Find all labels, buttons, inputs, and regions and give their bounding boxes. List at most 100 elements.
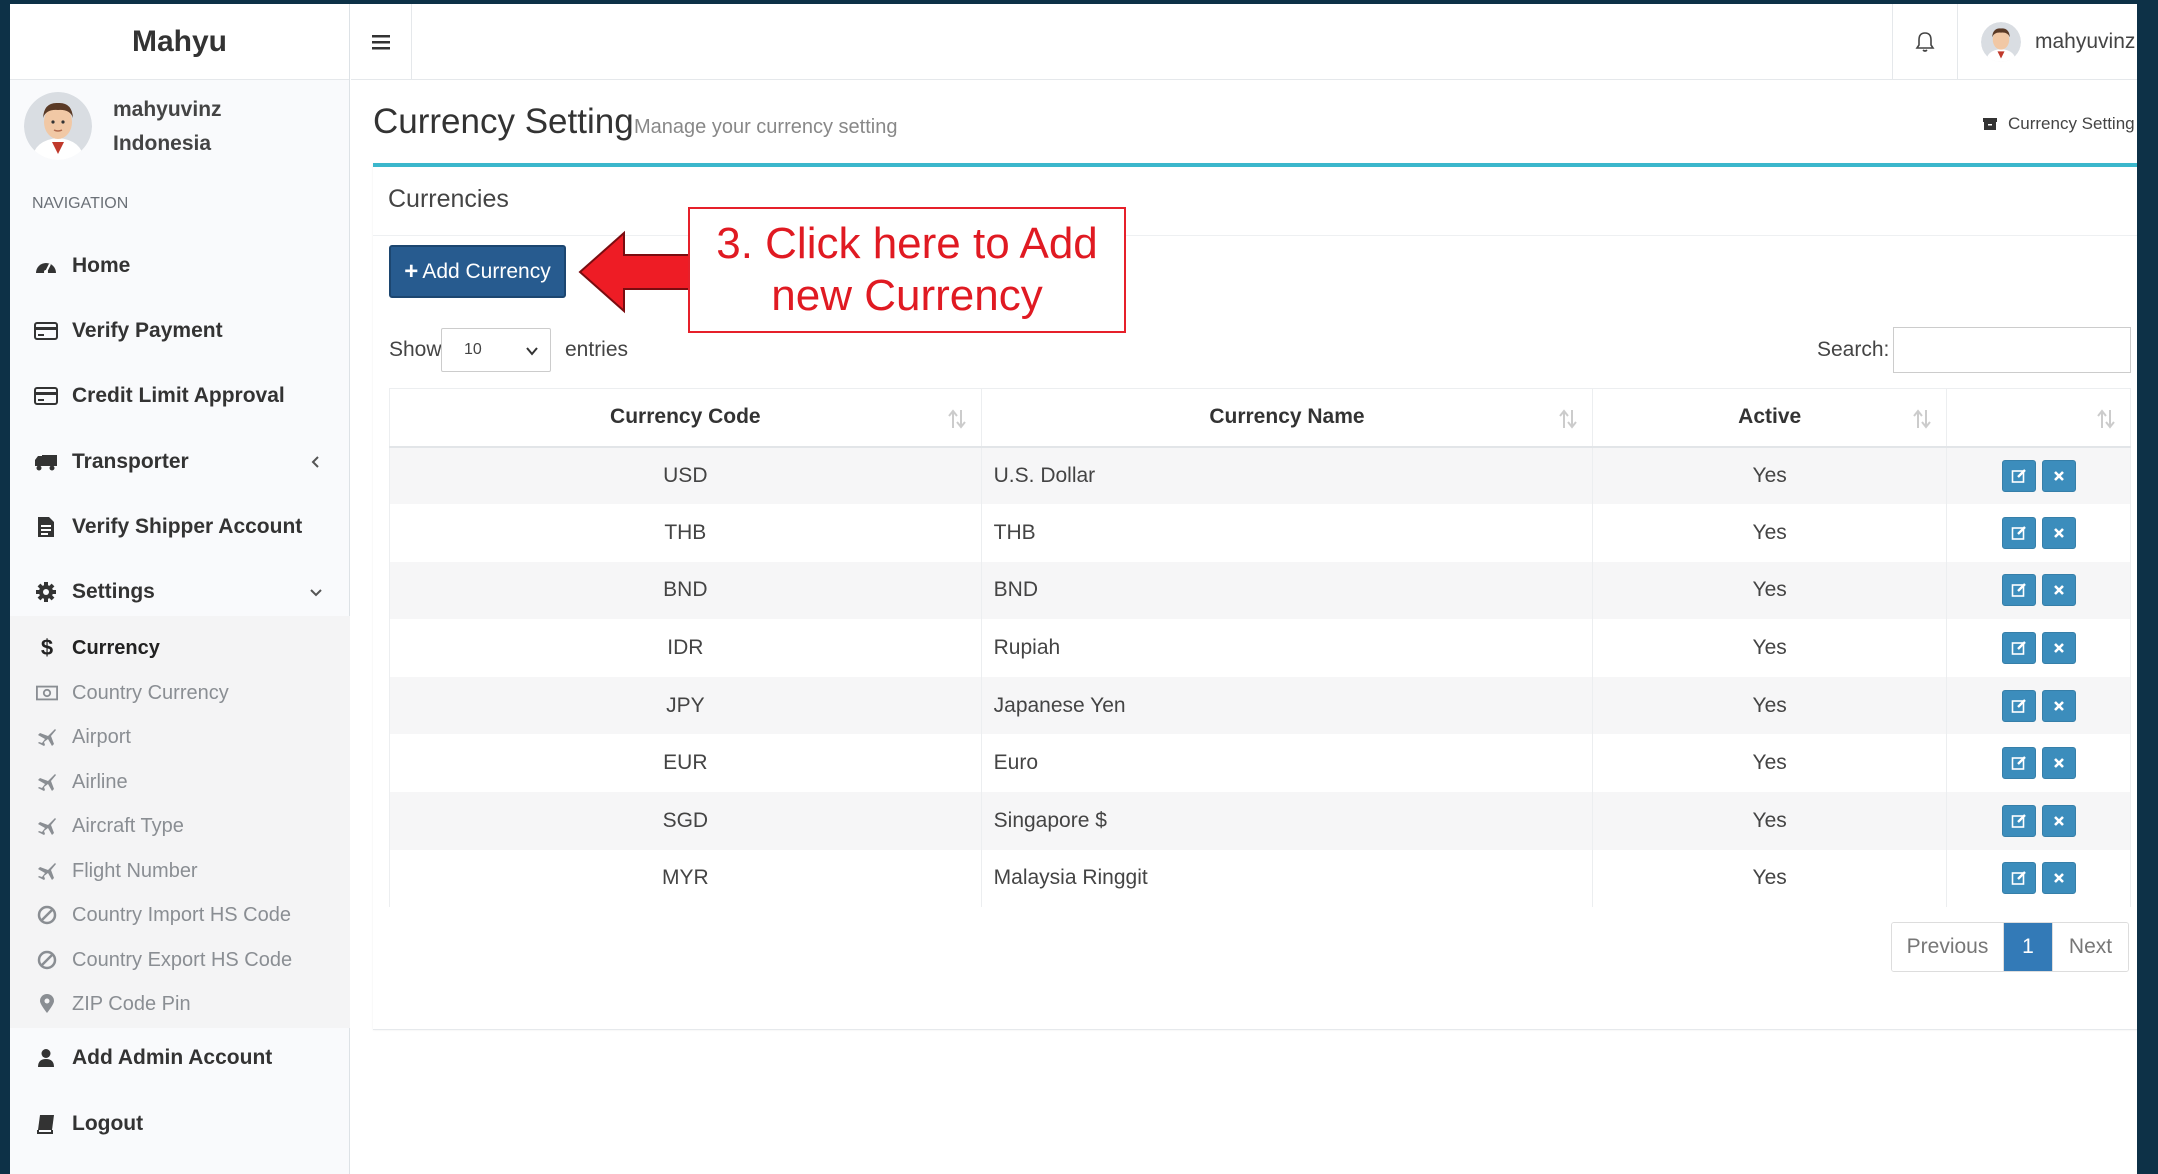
cell-currency-name: Japanese Yen [980,676,1594,735]
truck-icon [34,450,58,474]
sidebar-subitem-label: Country Currency [72,681,229,704]
delete-button[interactable] [2041,459,2076,492]
close-icon [2053,470,2064,481]
sort-icon [1913,409,1931,429]
credit-card-icon [34,384,58,408]
close-icon [2053,585,2064,596]
top-navbar: mahyuvinz [351,4,2137,80]
column-header-currency-code[interactable]: Currency Code [389,388,982,448]
entries-select[interactable]: 10 [441,328,551,372]
delete-button[interactable] [2041,632,2076,665]
cell-actions [1946,676,2131,735]
close-icon [2053,873,2064,884]
sidebar-subitem-country-export-hs-code[interactable]: Country Export HS Code [10,940,350,980]
bell-icon [1915,32,1935,52]
sidebar-subitem-country-import-hs-code[interactable]: Country Import HS Code [10,895,350,935]
cell-currency-name: U.S. Dollar [980,446,1594,505]
edit-button[interactable] [2001,574,2036,607]
edit-button[interactable] [2001,516,2036,549]
delete-button[interactable] [2041,862,2076,895]
edit-button[interactable] [2001,632,2036,665]
sidebar-subitem-zip-code-pin[interactable]: ZIP Code Pin [10,984,350,1024]
column-header-currency-name[interactable]: Currency Name [980,388,1594,448]
breadcrumb-current[interactable]: Currency Setting [2008,114,2135,134]
page-title: Currency Setting [373,102,634,141]
pagination-next[interactable]: Next [2052,923,2128,971]
settings-submenu: $ Currency Country Currency Airport Airl… [10,616,350,1028]
user-name: mahyuvinz [113,98,222,121]
menu-toggle-button[interactable] [351,4,412,80]
sidebar: Mahyu mahyuvinz Indonesia NAVIGATION Hom… [10,4,350,1174]
table-row: IDR Rupiah Yes [389,619,2131,677]
sidebar-item-verify-payment[interactable]: Verify Payment [10,301,350,361]
cell-currency-code: BND [389,561,982,620]
archive-icon [1983,118,1997,130]
pagination-page-1[interactable]: 1 [2004,923,2052,971]
sidebar-subitem-aircraft-type[interactable]: Aircraft Type [10,806,350,846]
cell-currency-code: IDR [389,619,982,677]
credit-card-icon [34,319,58,343]
column-header-label: Currency Name [1209,405,1365,429]
sidebar-subitem-currency[interactable]: $ Currency [10,628,350,668]
cell-actions [1946,504,2131,562]
cell-actions [1946,446,2131,505]
sort-icon [2097,409,2115,429]
cell-active: Yes [1592,792,1948,850]
edit-button[interactable] [2001,459,2036,492]
delete-button[interactable] [2041,804,2076,837]
app-logo[interactable]: Mahyu [10,4,349,80]
show-label: Show [389,338,442,361]
table-row: SGD Singapore $ Yes [389,792,2131,850]
cell-currency-name: Singapore $ [980,792,1594,850]
edit-button[interactable] [2001,862,2036,895]
cell-active: Yes [1592,849,1948,908]
page-subtitle: Manage your currency setting [634,116,898,138]
notifications-button[interactable] [1892,4,1958,80]
table-row: USD U.S. Dollar Yes [389,446,2131,505]
chevron-down-icon [310,589,322,597]
edit-icon [2011,526,2026,540]
annotation-line-2: new Currency [771,271,1043,320]
sidebar-item-verify-shipper-account[interactable]: Verify Shipper Account [10,497,350,557]
ban-icon [36,949,58,971]
sidebar-item-add-admin-account[interactable]: Add Admin Account [10,1028,350,1088]
sidebar-item-label: Verify Payment [72,319,223,342]
sidebar-item-logout[interactable]: Logout [10,1094,350,1154]
plane-icon [36,726,58,748]
cell-currency-code: MYR [389,849,982,908]
column-header-active[interactable]: Active [1592,388,1948,448]
user-menu[interactable]: mahyuvinz [1981,4,2135,80]
delete-button[interactable] [2041,516,2076,549]
map-marker-icon [36,993,58,1015]
sidebar-subitem-country-currency[interactable]: Country Currency [10,673,350,713]
delete-button[interactable] [2041,574,2076,607]
book-icon [34,1112,58,1136]
sidebar-item-transporter[interactable]: Transporter [10,432,350,492]
add-currency-button[interactable]: + Add Currency [389,245,566,298]
column-header-actions[interactable] [1946,388,2131,448]
search-input[interactable] [1893,327,2131,373]
sidebar-subitem-airline[interactable]: Airline [10,762,350,802]
annotation-line-1: 3. Click here to Add [716,219,1098,268]
sidebar-subitem-flight-number[interactable]: Flight Number [10,851,350,891]
nav-header: NAVIGATION [32,195,129,212]
cell-currency-code: JPY [389,676,982,735]
sidebar-item-home[interactable]: Home [10,236,350,296]
sidebar-item-settings[interactable]: Settings [10,562,350,622]
sidebar-subitem-airport[interactable]: Airport [10,717,350,757]
close-icon [2053,643,2064,653]
edit-button[interactable] [2001,689,2036,722]
entries-label: entries [565,338,629,361]
cell-actions [1946,734,2131,793]
cell-currency-name: Euro [980,734,1594,793]
cell-active: Yes [1592,676,1948,735]
delete-button[interactable] [2041,747,2076,780]
cell-currency-name: BND [980,561,1594,620]
sidebar-item-credit-limit-approval[interactable]: Credit Limit Approval [10,366,350,426]
divider [373,1029,2137,1030]
edit-button[interactable] [2001,747,2036,780]
edit-icon [2011,641,2026,655]
edit-button[interactable] [2001,804,2036,837]
pagination-previous[interactable]: Previous [1892,923,2004,971]
delete-button[interactable] [2041,689,2076,722]
